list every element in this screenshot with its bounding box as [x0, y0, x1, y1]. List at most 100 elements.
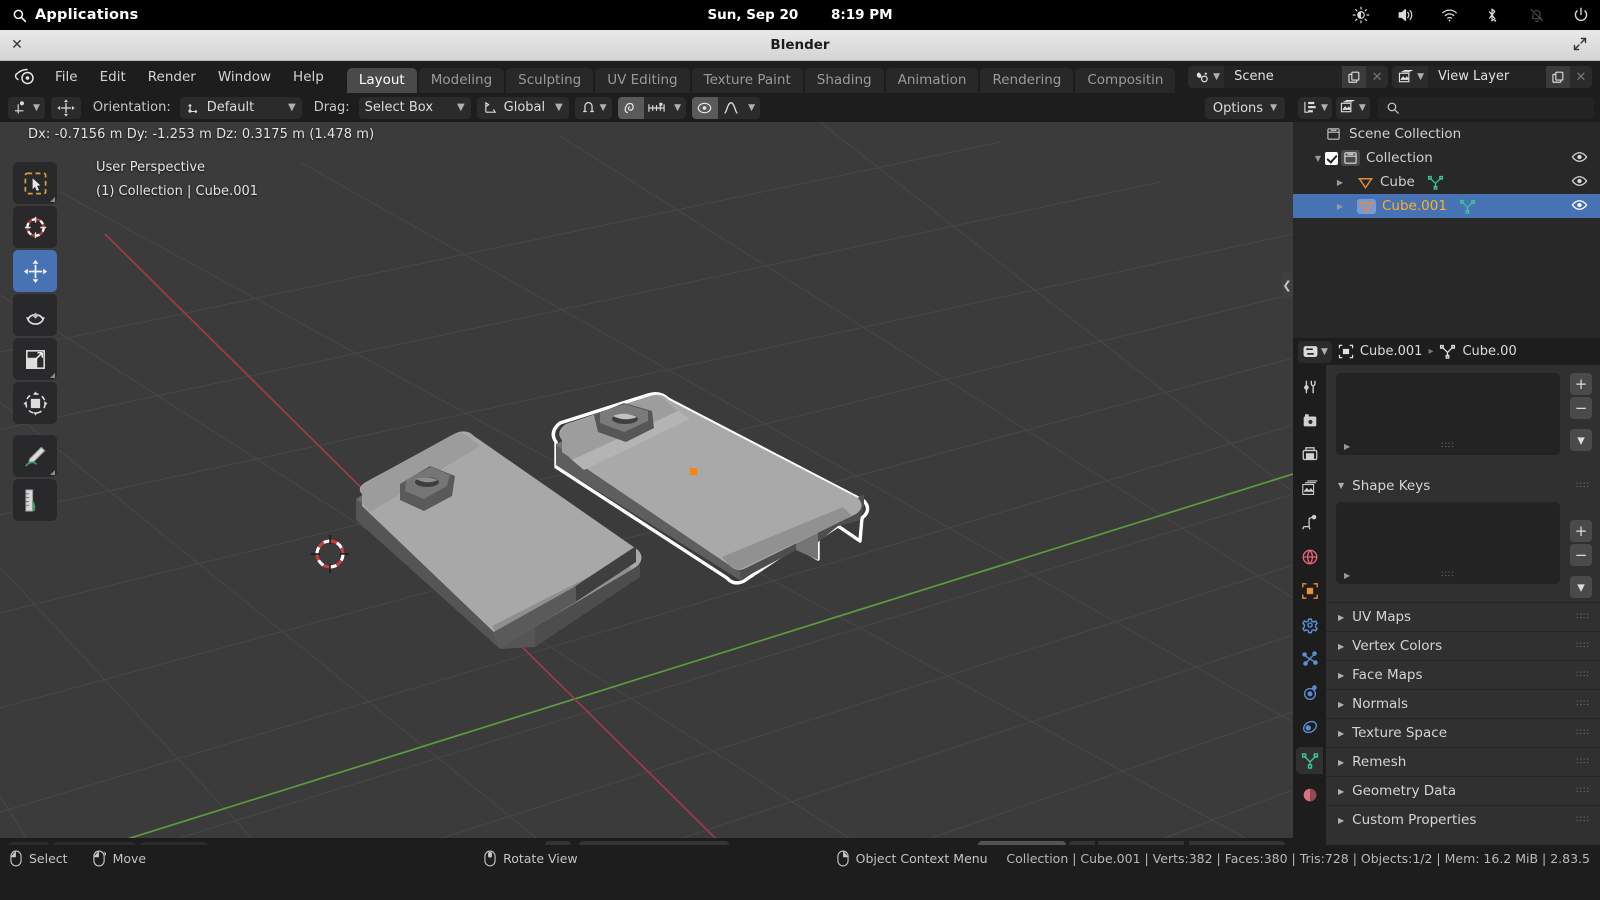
list-resize-grip-icon[interactable]: ∷∷ [1336, 441, 1560, 451]
panel-expand-triangle-icon[interactable]: ▼ [1338, 481, 1344, 490]
snap-target-icon[interactable] [644, 97, 670, 119]
render-tab[interactable] [1296, 407, 1323, 434]
notifications-muted-icon[interactable] [1528, 6, 1546, 24]
bluetooth-icon[interactable] [1484, 6, 1502, 24]
panel-grip-icon[interactable]: ∷∷ [1576, 757, 1590, 767]
drag-dropdown[interactable]: Select Box ▼ [358, 96, 471, 119]
view-layer-delete-button[interactable]: ✕ [1570, 66, 1592, 88]
panel-expand-triangle-icon[interactable]: ▶ [1338, 758, 1344, 767]
brightness-icon[interactable] [1352, 6, 1370, 24]
wifi-icon[interactable] [1440, 6, 1458, 24]
panel-grip-icon[interactable]: ∷∷ [1576, 786, 1590, 796]
panel-expand-triangle-icon[interactable]: ▶ [1338, 613, 1344, 622]
scale-tool[interactable] [13, 338, 57, 380]
search-icon[interactable] [12, 8, 27, 23]
tweak-select-tool[interactable] [13, 162, 57, 204]
remove-shape-key-button[interactable]: − [1570, 544, 1592, 566]
view-layer-browse-icon[interactable]: ▼ [1392, 66, 1428, 88]
scene-delete-button[interactable]: ✕ [1366, 66, 1389, 88]
view-layer-name-field[interactable]: View Layer [1428, 66, 1546, 88]
panel-normals[interactable]: ▶ Normals ∷∷ [1326, 689, 1600, 718]
scene-tab[interactable] [1296, 509, 1323, 536]
panel-grip-icon[interactable]: ∷∷ [1576, 641, 1590, 651]
panel-expand-triangle-icon[interactable]: ▶ [1338, 700, 1344, 709]
object-data-tab[interactable] [1296, 747, 1323, 774]
collection-exclude-checkbox[interactable] [1325, 151, 1338, 165]
menu-file[interactable]: File [44, 66, 89, 88]
viewport-3d-canvas[interactable]: Dx: -0.7156 m Dy: -1.253 m Dz: 0.3175 m … [0, 122, 1293, 838]
volume-icon[interactable] [1396, 6, 1414, 24]
object-icon[interactable] [1338, 344, 1354, 359]
shape-key-specials-button[interactable]: ▾ [1570, 576, 1592, 598]
panel-expand-triangle-icon[interactable]: ▶ [1338, 642, 1344, 651]
menu-render[interactable]: Render [137, 66, 207, 88]
view-layer-new-button[interactable] [1546, 66, 1570, 88]
tab-sculpting[interactable]: Sculpting [506, 68, 594, 93]
editor-type-button[interactable]: ▼ [8, 96, 45, 119]
constraints-tab[interactable] [1296, 713, 1323, 740]
visibility-eye-icon[interactable] [1571, 174, 1588, 188]
snap-toggle-icon[interactable] [617, 96, 644, 119]
measure-tool[interactable] [13, 479, 57, 521]
viewport-options-button[interactable]: Options ▼ [1204, 97, 1285, 119]
material-tab[interactable] [1296, 781, 1323, 808]
applications-menu[interactable]: Applications [35, 7, 139, 23]
list-resize-grip-icon[interactable]: ∷∷ [1336, 570, 1560, 580]
add-shape-key-button[interactable]: + [1570, 520, 1592, 542]
transform-tool[interactable] [13, 382, 57, 424]
panel-expand-triangle-icon[interactable]: ▶ [1338, 671, 1344, 680]
proportional-falloff-icon[interactable] [718, 97, 744, 119]
outliner-display-mode-button[interactable]: ▼ [1335, 96, 1370, 119]
breadcrumb-data-name[interactable]: Cube.00 [1462, 344, 1516, 359]
remove-vertex-group-button[interactable]: − [1570, 397, 1592, 419]
panel-grip-icon[interactable]: ∷∷ [1576, 670, 1590, 680]
outliner-editor-type-button[interactable]: ▼ [1298, 96, 1332, 119]
menu-edit[interactable]: Edit [89, 66, 137, 88]
tab-layout[interactable]: Layout [346, 68, 417, 93]
transform-orientation-dropdown[interactable]: Global ▼ [476, 96, 569, 119]
breadcrumb-object-name[interactable]: Cube.001 [1360, 344, 1423, 359]
mesh-data-icon[interactable] [1427, 175, 1444, 190]
panel-texture-space[interactable]: ▶ Texture Space ∷∷ [1326, 718, 1600, 747]
cursor-tool[interactable] [13, 206, 57, 248]
tab-animation[interactable]: Animation [885, 68, 979, 93]
visibility-eye-icon[interactable] [1571, 150, 1588, 164]
outliner-search-input[interactable] [1377, 96, 1594, 119]
snap-magnet-icon[interactable]: ▼ [574, 96, 612, 119]
panel-uv-maps[interactable]: ▶ UV Maps ∷∷ [1326, 602, 1600, 631]
output-tab[interactable] [1296, 441, 1323, 468]
transform-mode-icon[interactable] [50, 96, 81, 119]
physics-tab[interactable] [1296, 679, 1323, 706]
disclosure-triangle-icon[interactable]: ▼ [1311, 154, 1325, 163]
panel-expand-triangle-icon[interactable]: ▶ [1338, 787, 1344, 796]
disclosure-triangle-icon[interactable]: ▶ [1333, 178, 1347, 187]
move-tool[interactable] [13, 250, 57, 292]
vertex-group-specials-button[interactable]: ▾ [1570, 429, 1592, 451]
window-close-button[interactable]: ✕ [8, 36, 26, 54]
outliner-row-cube[interactable]: ▶ Cube [1293, 170, 1600, 194]
tab-modeling[interactable]: Modeling [418, 68, 505, 93]
falloff-dropdown-caret-icon[interactable]: ▼ [744, 97, 760, 119]
rotate-tool[interactable] [13, 294, 57, 336]
view-layer-tab[interactable] [1296, 475, 1323, 502]
outliner-row-scene-collection[interactable]: Scene Collection [1293, 122, 1600, 146]
panel-shape-keys[interactable]: ▼ Shape Keys ∷∷ [1326, 471, 1600, 500]
window-maximize-button[interactable] [1572, 36, 1592, 54]
tab-compositing[interactable]: Compositin [1075, 68, 1176, 93]
panel-custom-properties[interactable]: ▶ Custom Properties ∷∷ [1326, 805, 1600, 834]
object-tab[interactable] [1296, 577, 1323, 604]
vertex-groups-list[interactable]: ▶ ∷∷ [1336, 373, 1560, 455]
power-icon[interactable] [1572, 6, 1590, 24]
tab-rendering[interactable]: Rendering [980, 68, 1074, 93]
panel-grip-icon[interactable]: ∷∷ [1576, 481, 1590, 491]
panel-face-maps[interactable]: ▶ Face Maps ∷∷ [1326, 660, 1600, 689]
add-vertex-group-button[interactable]: + [1570, 373, 1592, 395]
tool-tab[interactable] [1296, 373, 1323, 400]
outliner-row-collection[interactable]: ▼ Collection [1293, 146, 1600, 170]
panel-vertex-colors[interactable]: ▶ Vertex Colors ∷∷ [1326, 631, 1600, 660]
blender-logo-icon[interactable] [12, 66, 38, 88]
tab-uv-editing[interactable]: UV Editing [595, 68, 690, 93]
orientation-dropdown[interactable]: Default ▼ [179, 96, 302, 119]
panel-grip-icon[interactable]: ∷∷ [1576, 612, 1590, 622]
panel-expand-triangle-icon[interactable]: ▶ [1338, 729, 1344, 738]
